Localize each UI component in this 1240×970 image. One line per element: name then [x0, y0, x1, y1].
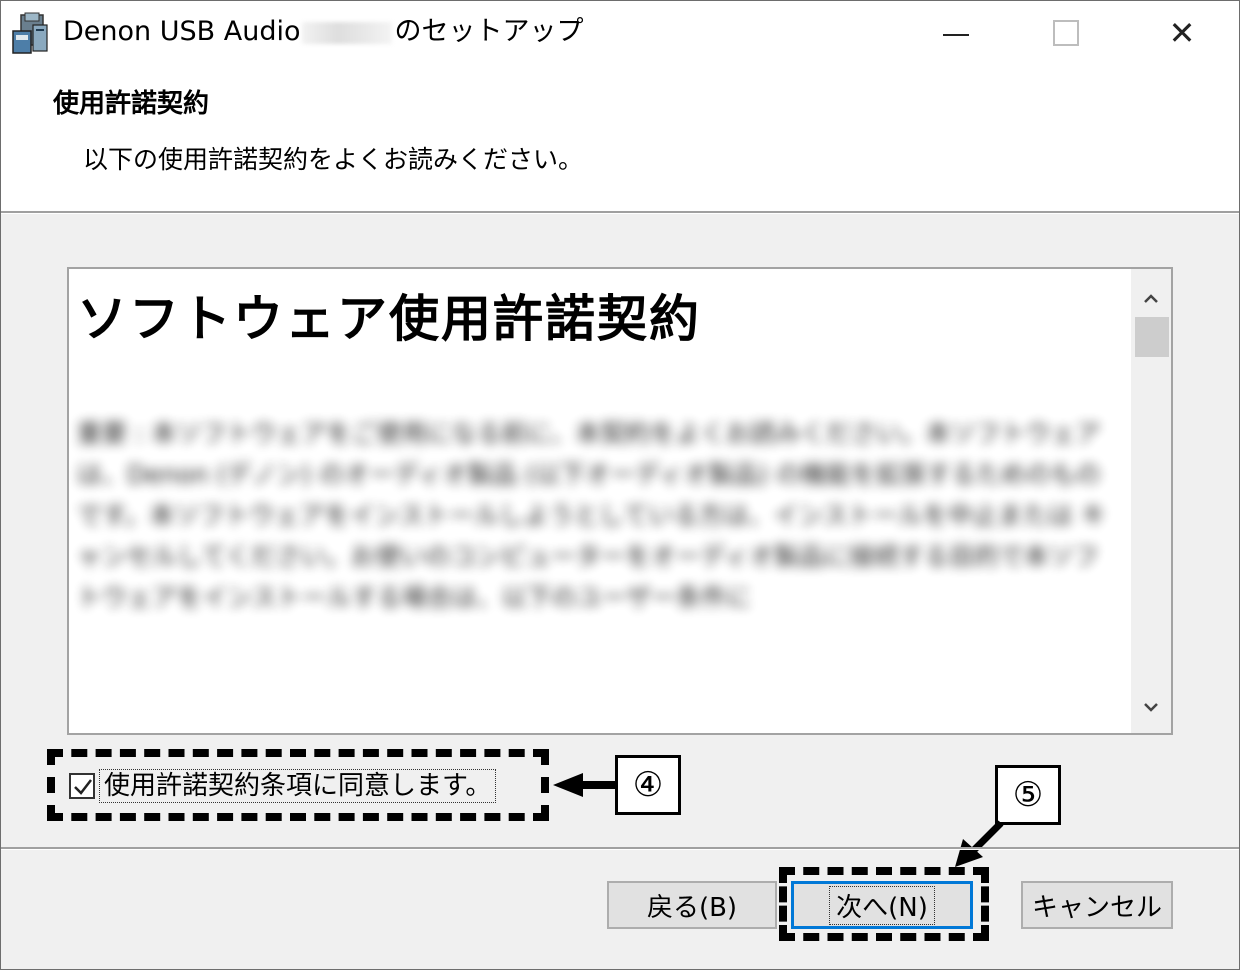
license-text-box[interactable]: ソフトウェア使用許諾契約 重要 : 本ソフトウェアをご使用になる前に、本契約をよ…	[67, 267, 1173, 735]
callout-5-label: ⑤	[1012, 775, 1044, 815]
footer-divider	[1, 847, 1239, 850]
page-title: 使用許諾契約	[53, 89, 210, 119]
chevron-down-icon	[1144, 703, 1158, 712]
window-title-prefix: Denon USB Audio	[63, 16, 301, 47]
cancel-button[interactable]: キャンセル	[1021, 881, 1173, 929]
back-button-label: 戻る(B)	[646, 892, 738, 923]
wizard-header: 使用許諾契約 以下の使用許諾契約をよくお読みください。	[1, 65, 1239, 211]
window-title-suffix: のセットアップ	[394, 16, 584, 47]
agree-label[interactable]: 使用許諾契約条項に同意します。	[99, 769, 497, 803]
agree-checkbox[interactable]	[69, 773, 95, 799]
maximize-icon	[1053, 20, 1079, 46]
scroll-down-button[interactable]	[1131, 687, 1171, 727]
header-divider	[1, 211, 1239, 214]
close-icon: ✕	[1168, 14, 1196, 52]
minimize-button[interactable]	[901, 1, 1011, 65]
license-heading: ソフトウェア使用許諾契約	[77, 290, 701, 348]
license-content: ソフトウェア使用許諾契約 重要 : 本ソフトウェアをご使用になる前に、本契約をよ…	[77, 281, 1117, 618]
agree-row[interactable]: 使用許諾契約条項に同意します。	[69, 769, 497, 803]
callout-4-label: ④	[632, 765, 664, 805]
scroll-thumb[interactable]	[1135, 317, 1169, 357]
chevron-up-icon	[1144, 294, 1158, 303]
cancel-button-label: キャンセル	[1031, 892, 1162, 923]
vertical-scrollbar[interactable]	[1131, 269, 1171, 733]
close-button[interactable]: ✕	[1127, 1, 1237, 65]
page-subtitle: 以下の使用許諾契約をよくお読みください。	[83, 145, 584, 174]
setup-window: Denon USB Audio のセットアップ ✕ 使用許諾契約 以下の使用許諾契…	[0, 0, 1240, 970]
callout-4: ④	[615, 755, 681, 815]
back-button[interactable]: 戻る(B)	[607, 881, 777, 929]
minimize-icon	[943, 34, 969, 36]
scroll-up-button[interactable]	[1131, 279, 1171, 319]
next-button[interactable]: 次へ(N)	[791, 881, 973, 929]
callout-5: ⑤	[995, 765, 1061, 825]
checkmark-icon	[74, 779, 92, 795]
annotation-arrow-5	[955, 820, 1004, 867]
title-bar: Denon USB Audio のセットアップ ✕	[1, 1, 1239, 65]
next-button-label: 次へ(N)	[829, 885, 935, 925]
redacted-model-name	[302, 21, 393, 44]
license-body: 重要 : 本ソフトウェアをご使用になる前に、本契約をよくお読みください。本ソフト…	[77, 419, 1106, 612]
installer-icon	[11, 11, 51, 55]
maximize-button[interactable]	[1011, 1, 1121, 65]
window-title: Denon USB Audio のセットアップ	[63, 15, 583, 49]
